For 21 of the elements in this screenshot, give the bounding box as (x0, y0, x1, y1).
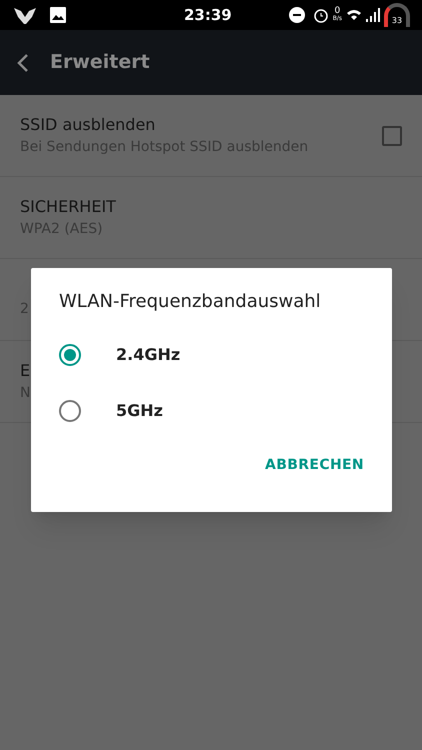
radio-button[interactable] (59, 400, 81, 422)
setting-title: SICHERHEIT (20, 196, 116, 218)
signal-icon (366, 8, 380, 22)
dialog-title: WLAN-Frequenzbandauswahl (59, 290, 322, 314)
image-icon (50, 7, 66, 23)
setting-title: E (20, 360, 30, 382)
page-title: Erweitert (50, 50, 150, 76)
do-not-disturb-icon (288, 7, 305, 23)
cancel-button[interactable]: ABBRECHEN (265, 455, 364, 476)
net-speed: 0 (334, 7, 340, 15)
wifi-icon (346, 8, 362, 22)
back-icon[interactable] (16, 52, 30, 72)
checkbox[interactable] (382, 126, 402, 146)
radio-button[interactable] (59, 344, 81, 366)
clock-time: 23:39 (184, 4, 232, 26)
setting-title: SSID ausblenden (20, 114, 156, 136)
radio-option[interactable]: 5GHz (59, 383, 364, 439)
battery-level: 33 (392, 15, 402, 27)
option-label: 5GHz (116, 400, 163, 422)
radio-option[interactable]: 2.4GHz (59, 327, 364, 383)
option-label: 2.4GHz (116, 344, 180, 366)
